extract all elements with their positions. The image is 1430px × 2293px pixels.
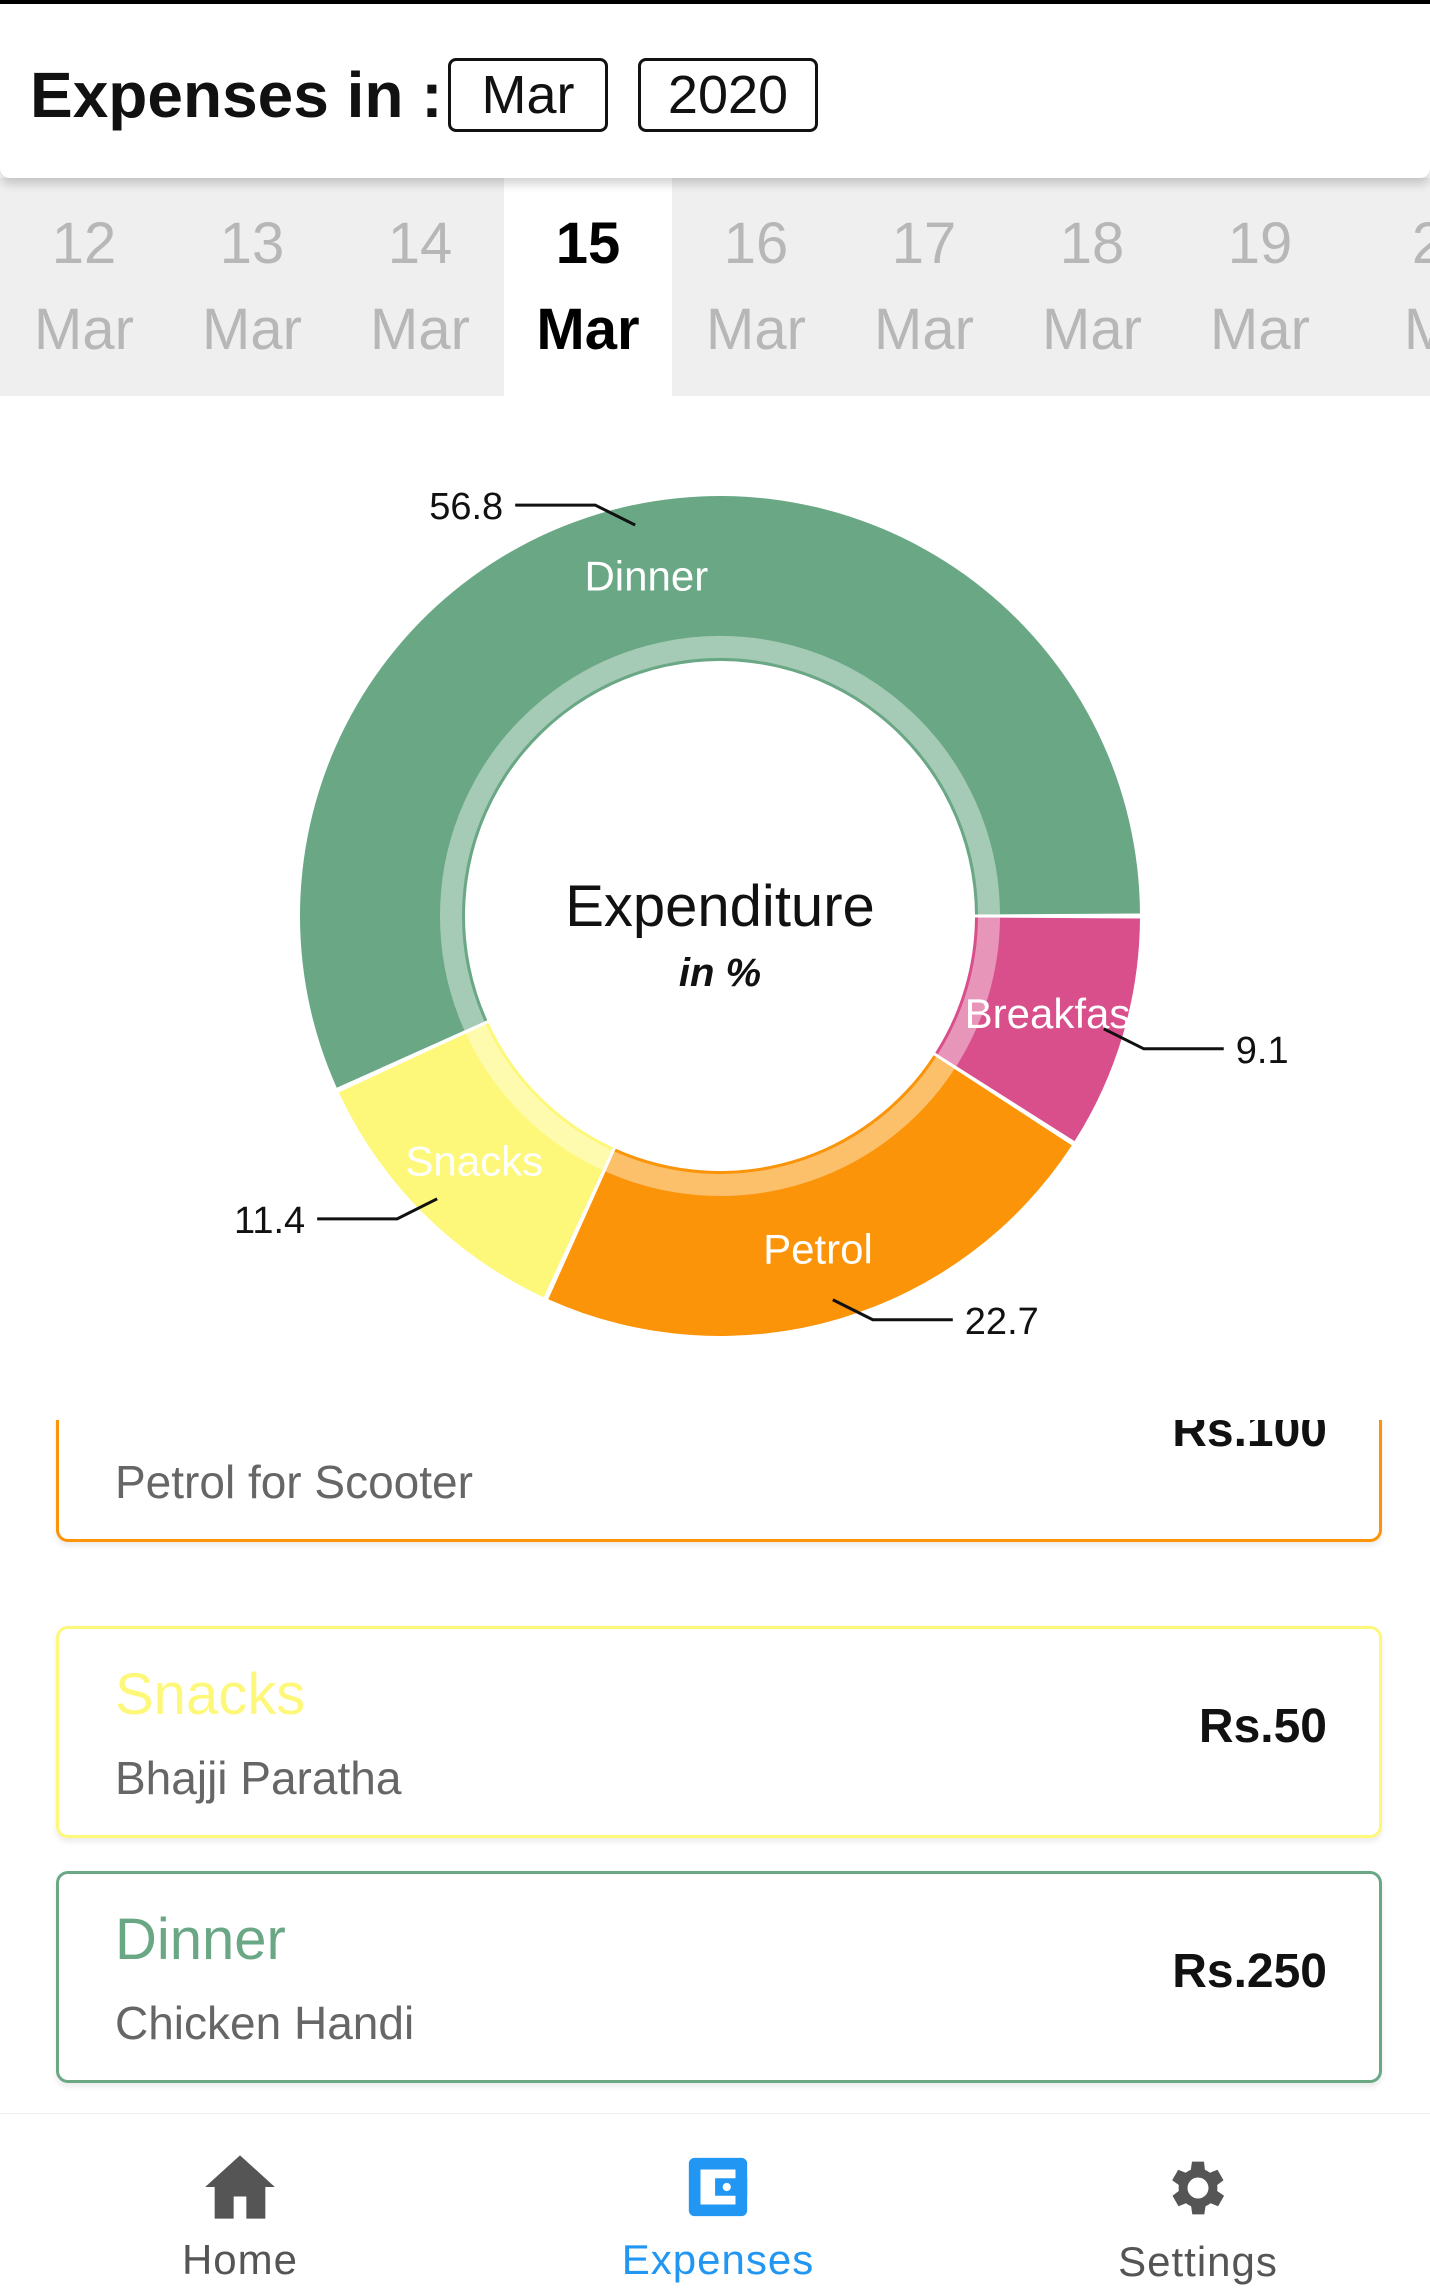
month-selector[interactable]: Mar xyxy=(448,58,608,132)
expenditure-donut-chart: Dinner 56.8 Breakfast 9.1 Petrol 22.7 Snacks 11… xyxy=(0,396,1430,1396)
date-month: Mar xyxy=(34,297,134,362)
expense-category: Snacks xyxy=(115,1662,306,1727)
expense-amount: Rs.250 xyxy=(1172,1945,1327,1998)
nav-home-label: Home xyxy=(181,2236,299,2283)
nav-settings[interactable]: Settings xyxy=(1048,2114,1348,2293)
chart-center-title: Expenditure xyxy=(565,874,875,939)
wallet-icon xyxy=(688,2157,748,2217)
expense-description: Bhajji Paratha xyxy=(115,1752,402,1804)
date-item[interactable]: 12 Mar xyxy=(0,178,168,396)
date-day: 15 xyxy=(555,211,621,276)
donut-slice-petrol[interactable] xyxy=(548,1055,1072,1336)
date-item[interactable]: 13 Mar xyxy=(168,178,336,396)
date-month: Mar xyxy=(1042,297,1142,362)
chart-center-subtitle: in % xyxy=(679,951,761,995)
date-month: M xyxy=(1403,297,1430,362)
date-day: 16 xyxy=(723,211,789,276)
date-day: 2 xyxy=(1411,211,1430,276)
nav-expenses-label: Expenses xyxy=(621,2236,815,2283)
expense-category: Dinner xyxy=(115,1907,286,1972)
date-day: 19 xyxy=(1227,211,1293,276)
date-item[interactable]: 14 Mar xyxy=(336,178,504,396)
date-month: Mar xyxy=(706,297,806,362)
date-day: 12 xyxy=(51,211,117,276)
expense-amount: Rs.100 xyxy=(1172,1420,1327,1457)
slice-value: 9.1 xyxy=(1236,1030,1289,1072)
expense-description: Petrol for Scooter xyxy=(115,1456,473,1508)
slice-value: 11.4 xyxy=(234,1200,305,1242)
expense-description: Chicken Handi xyxy=(115,1997,415,2049)
year-selector[interactable]: 2020 xyxy=(638,58,818,132)
date-day: 18 xyxy=(1059,211,1125,276)
nav-home[interactable]: Home xyxy=(90,2114,390,2293)
expense-list: Petrol Petrol for Scooter Rs.100 Snacks Bhaj… xyxy=(0,1420,1430,2110)
date-item[interactable]: 2M xyxy=(1344,178,1430,396)
date-month: Mar xyxy=(370,297,470,362)
slice-value: 56.8 xyxy=(429,486,503,528)
date-month: Mar xyxy=(1210,297,1310,362)
date-item[interactable]: 18 Mar xyxy=(1008,178,1176,396)
slice-label: Snacks xyxy=(405,1138,543,1185)
expense-card[interactable]: Petrol Petrol for Scooter Rs.100 xyxy=(56,1420,1382,1542)
date-day: 17 xyxy=(891,211,957,276)
donut-svg: Dinner 56.8 Breakfast 9.1 Petrol 22.7 Snacks 11… xyxy=(234,486,1289,1343)
date-day: 13 xyxy=(219,211,285,276)
date-strip[interactable]: 12 Mar 13 Mar 14 Mar 15 Mar 16 Mar 17 Mar 18 Mar 19 Mar… xyxy=(0,178,1430,396)
gear-icon xyxy=(1172,2161,1225,2215)
expense-card[interactable]: Dinner Chicken Handi Rs.250 xyxy=(56,1871,1382,2083)
date-month: Mar xyxy=(874,297,974,362)
date-month: Mar xyxy=(202,297,302,362)
nav-expenses[interactable]: Expenses xyxy=(568,2114,868,2293)
page-title: Expenses in : xyxy=(30,59,443,131)
nav-settings-label: Settings xyxy=(1118,2238,1278,2285)
top-bar: Expenses in : Mar 2020 xyxy=(0,0,1430,178)
date-item[interactable]: 15 Mar xyxy=(504,178,672,396)
slice-value: 22.7 xyxy=(965,1301,1039,1343)
date-item[interactable]: 17 Mar xyxy=(840,178,1008,396)
expense-amount: Rs.50 xyxy=(1198,1700,1327,1753)
expense-card[interactable]: Snacks Bhajji Paratha Rs.50 xyxy=(56,1626,1382,1838)
slice-label: Breakfast xyxy=(965,990,1143,1037)
slice-label: Dinner xyxy=(584,552,708,599)
slice-label: Petrol xyxy=(763,1225,873,1272)
date-item[interactable]: 16 Mar xyxy=(672,178,840,396)
bottom-navigation: Home Expenses Settings xyxy=(0,2113,1430,2293)
home-icon xyxy=(205,2155,275,2219)
date-day: 14 xyxy=(387,211,453,276)
date-month: Mar xyxy=(536,297,640,362)
date-item[interactable]: 19 Mar xyxy=(1176,178,1344,396)
expense-category: Petrol xyxy=(115,1420,267,1432)
